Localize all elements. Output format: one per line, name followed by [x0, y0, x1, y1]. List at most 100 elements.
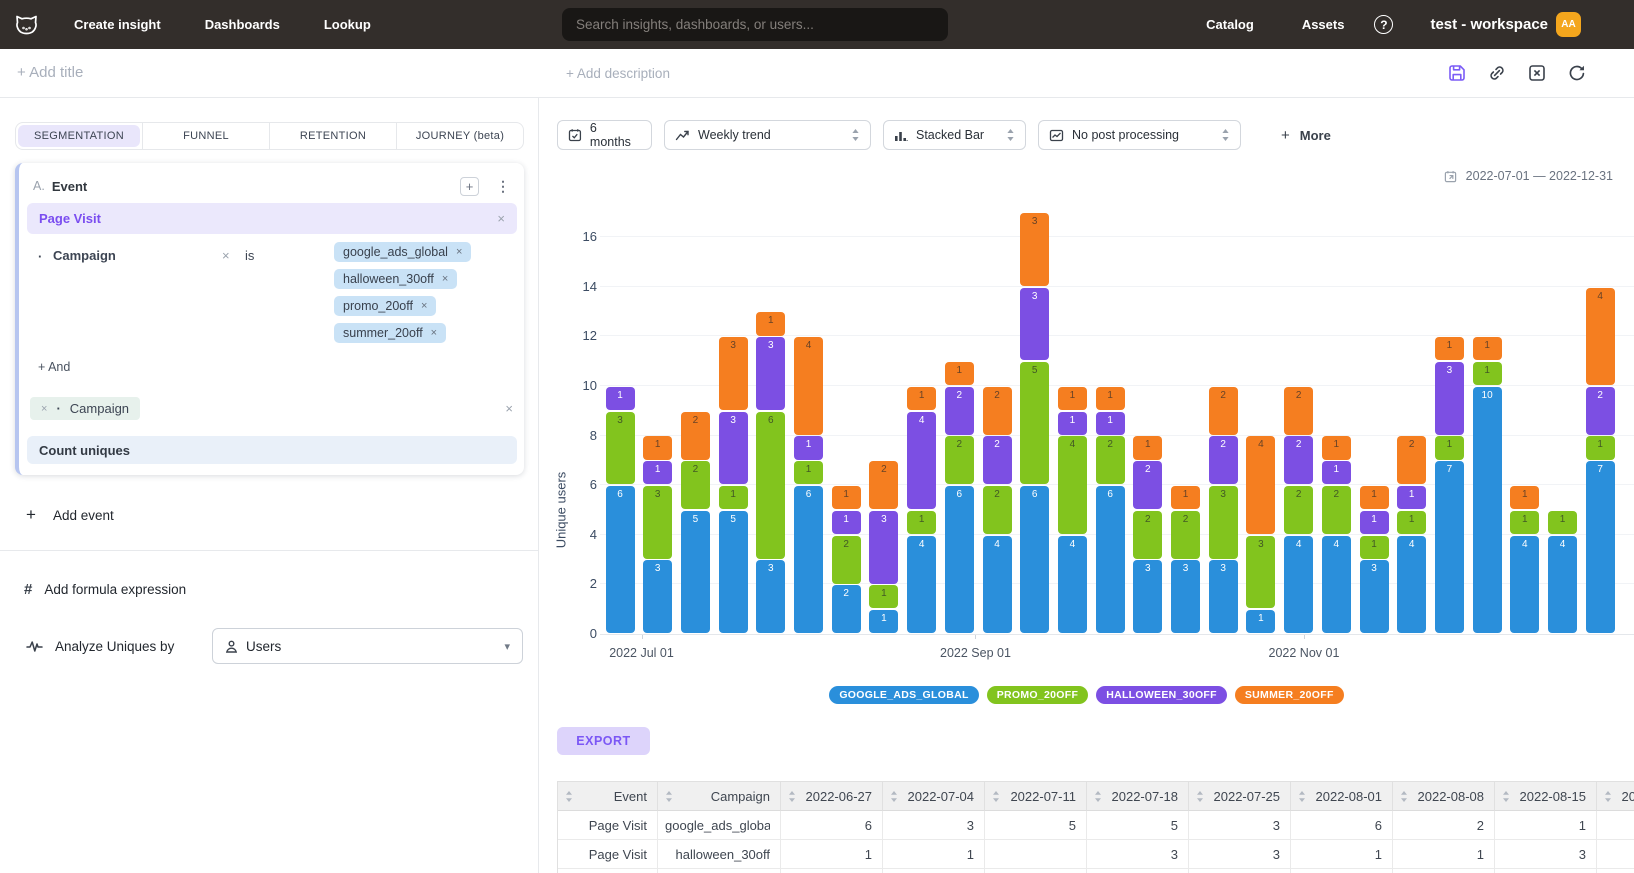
search-input[interactable]: [576, 17, 934, 32]
bar-segment-halloween_30off[interactable]: 2: [945, 387, 974, 435]
bar-segment-halloween_30off[interactable]: 1: [794, 436, 823, 459]
bar-segment-halloween_30off[interactable]: 3: [719, 412, 748, 485]
help-icon[interactable]: ?: [1374, 15, 1393, 34]
table-header-cell[interactable]: Event: [558, 782, 658, 811]
bar-segment-google_ads_global[interactable]: 3: [1209, 560, 1238, 633]
filter-property[interactable]: Campaign: [53, 248, 116, 263]
bar-segment-summer_20off[interactable]: 4: [1246, 436, 1275, 534]
bar-segment-halloween_30off[interactable]: 3: [1435, 362, 1464, 435]
bar-segment-summer_20off[interactable]: 2: [983, 387, 1012, 435]
nav-dashboards[interactable]: Dashboards: [205, 17, 280, 32]
bar-segment-google_ads_global[interactable]: 10: [1473, 387, 1502, 634]
filter-operator[interactable]: is: [245, 248, 254, 263]
bar-segment-google_ads_global[interactable]: 4: [1397, 536, 1426, 634]
post-processing-select[interactable]: No post processing: [1038, 120, 1241, 150]
table-header-cell[interactable]: 2022-08-01: [1291, 782, 1393, 811]
bar-segment-halloween_30off[interactable]: 2: [1133, 461, 1162, 509]
table-header-cell[interactable]: 2022-08-15: [1495, 782, 1597, 811]
bar-segment-promo_20off[interactable]: 3: [643, 486, 672, 559]
bar-segment-promo_20off[interactable]: 2: [945, 436, 974, 484]
period-button[interactable]: 6 months: [557, 120, 652, 150]
sort-icon[interactable]: [992, 790, 1000, 803]
aggregation-selector[interactable]: Count uniques: [27, 436, 517, 464]
table-header-cell[interactable]: 2022-08-22: [1597, 782, 1634, 811]
bar-segment-google_ads_global[interactable]: 3: [1133, 560, 1162, 633]
table-header-cell[interactable]: 2022-08-08: [1393, 782, 1495, 811]
bar-segment-google_ads_global[interactable]: 3: [1171, 560, 1200, 633]
chip-close-icon[interactable]: ×: [442, 273, 448, 285]
bar-segment-google_ads_global[interactable]: 6: [606, 486, 635, 633]
bar-segment-google_ads_global[interactable]: 1: [869, 610, 898, 633]
breakdown-close-icon[interactable]: ×: [41, 403, 47, 415]
bar-segment-google_ads_global[interactable]: 4: [1510, 536, 1539, 634]
bar-segment-promo_20off[interactable]: 1: [1586, 436, 1615, 459]
bar-segment-promo_20off[interactable]: 2: [832, 536, 861, 584]
bar-segment-promo_20off[interactable]: 3: [1209, 486, 1238, 559]
bar-segment-google_ads_global[interactable]: 6: [1020, 486, 1049, 633]
clear-chart-icon[interactable]: [1527, 63, 1547, 83]
legend-item-promo_20off[interactable]: PROMO_20OFF: [987, 686, 1088, 704]
bar-segment-summer_20off[interactable]: 1: [907, 387, 936, 410]
add-filter-icon[interactable]: +: [460, 177, 479, 196]
filter-value-chip[interactable]: google_ads_global×: [334, 242, 471, 262]
bar-segment-promo_20off[interactable]: 1: [1510, 511, 1539, 534]
bar-segment-halloween_30off[interactable]: 1: [1322, 461, 1351, 484]
workspace-name[interactable]: test - workspace: [1430, 16, 1548, 33]
bar-segment-summer_20off[interactable]: 1: [1473, 337, 1502, 360]
bar-segment-summer_20off[interactable]: 1: [1096, 387, 1125, 410]
refresh-icon[interactable]: [1567, 63, 1587, 83]
bar-segment-google_ads_global[interactable]: 4: [1548, 536, 1577, 634]
bar-segment-promo_20off[interactable]: 1: [1397, 511, 1426, 534]
legend-item-summer_20off[interactable]: SUMMER_20OFF: [1235, 686, 1344, 704]
bar-segment-summer_20off[interactable]: 2: [681, 412, 710, 460]
bar-segment-halloween_30off[interactable]: 1: [1058, 412, 1087, 435]
bar-segment-promo_20off[interactable]: 4: [1058, 436, 1087, 534]
bar-segment-halloween_30off[interactable]: 1: [606, 387, 635, 410]
bar-segment-promo_20off[interactable]: 1: [1473, 362, 1502, 385]
bar-segment-summer_20off[interactable]: 3: [1020, 213, 1049, 286]
bar-segment-promo_20off[interactable]: 2: [1171, 511, 1200, 559]
bar-segment-promo_20off[interactable]: 1: [869, 585, 898, 608]
bar-segment-halloween_30off[interactable]: 1: [1397, 486, 1426, 509]
app-logo-icon[interactable]: [12, 11, 40, 39]
add-formula-button[interactable]: # Add formula expression: [24, 581, 186, 598]
bar-segment-halloween_30off[interactable]: 2: [1284, 436, 1313, 484]
sort-icon[interactable]: [565, 790, 573, 803]
save-icon[interactable]: [1447, 63, 1467, 83]
event-menu-icon[interactable]: ⋮: [496, 178, 510, 195]
bar-segment-google_ads_global[interactable]: 6: [945, 486, 974, 633]
bar-segment-summer_20off[interactable]: 3: [719, 337, 748, 410]
add-title-button[interactable]: + Add title: [17, 64, 83, 81]
bar-segment-summer_20off[interactable]: 1: [832, 486, 861, 509]
bar-segment-summer_20off[interactable]: 1: [1510, 486, 1539, 509]
filter-value-chip[interactable]: halloween_30off×: [334, 269, 457, 289]
bar-segment-summer_20off[interactable]: 1: [1171, 486, 1200, 509]
bar-segment-google_ads_global[interactable]: 2: [832, 585, 861, 633]
bar-segment-summer_20off[interactable]: 1: [643, 436, 672, 459]
trend-select[interactable]: Weekly trend: [664, 120, 871, 150]
bar-segment-halloween_30off[interactable]: 3: [869, 511, 898, 584]
bar-segment-promo_20off[interactable]: 6: [756, 412, 785, 559]
add-description-button[interactable]: + Add description: [566, 66, 670, 81]
bar-segment-promo_20off[interactable]: 2: [1284, 486, 1313, 534]
bar-segment-promo_20off[interactable]: 1: [794, 461, 823, 484]
bar-segment-promo_20off[interactable]: 2: [1096, 436, 1125, 484]
chip-close-icon[interactable]: ×: [421, 300, 427, 312]
bar-segment-halloween_30off[interactable]: 2: [983, 436, 1012, 484]
table-header-cell[interactable]: 2022-07-25: [1189, 782, 1291, 811]
bar-segment-promo_20off[interactable]: 1: [1435, 436, 1464, 459]
bar-segment-google_ads_global[interactable]: 7: [1435, 461, 1464, 633]
table-header-cell[interactable]: 2022-06-27: [781, 782, 883, 811]
remove-filter-icon[interactable]: ×: [222, 248, 230, 263]
bar-segment-promo_20off[interactable]: 5: [1020, 362, 1049, 485]
bar-segment-promo_20off[interactable]: 3: [1246, 536, 1275, 609]
add-event-button[interactable]: + Add event: [26, 505, 114, 525]
link-icon[interactable]: [1487, 63, 1507, 83]
tab-journey[interactable]: JOURNEY (beta): [396, 123, 523, 149]
legend-item-halloween_30off[interactable]: HALLOWEEN_30OFF: [1096, 686, 1227, 704]
sort-icon[interactable]: [1502, 790, 1510, 803]
bar-segment-google_ads_global[interactable]: 4: [907, 536, 936, 634]
more-button[interactable]: + More: [1281, 127, 1331, 144]
table-header-cell[interactable]: 2022-07-04: [883, 782, 985, 811]
table-header-cell[interactable]: Campaign: [658, 782, 781, 811]
